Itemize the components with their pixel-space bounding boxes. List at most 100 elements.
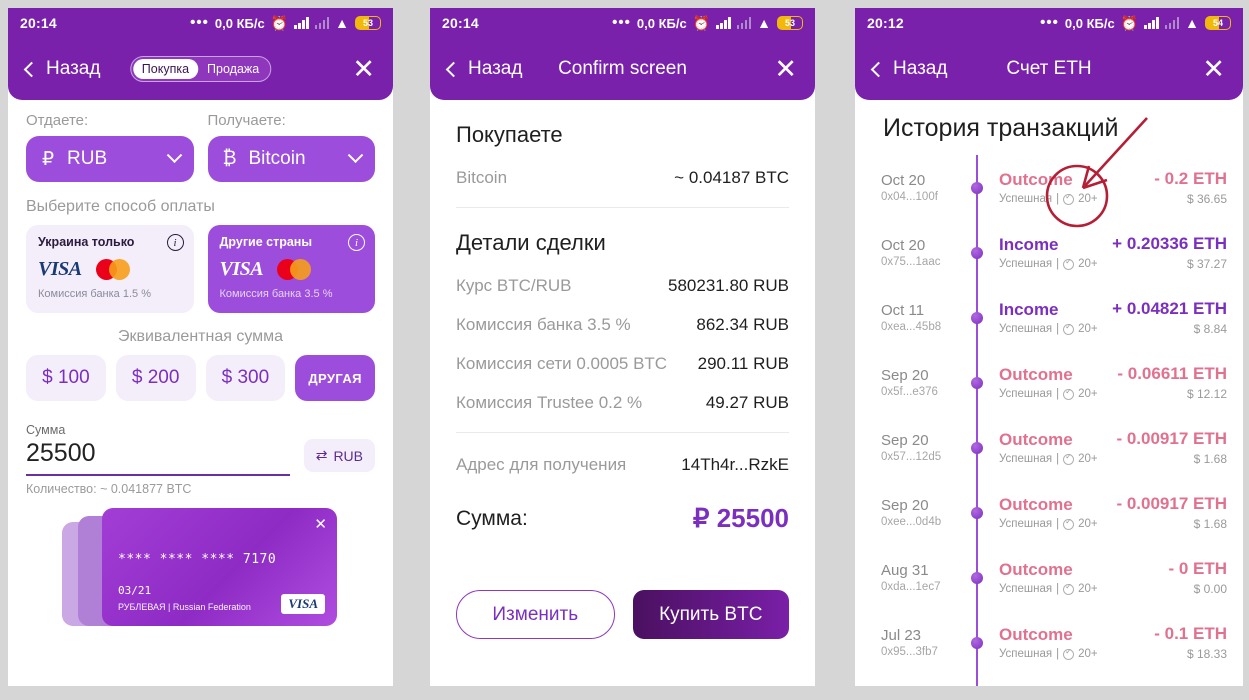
tx-status: Успешная | 20+ — [999, 517, 1109, 531]
get-currency-name: Bitcoin — [248, 148, 306, 169]
detail-label: Курс BTC/RUB — [456, 276, 572, 295]
tx-status-label: Успешная — [999, 648, 1053, 660]
tx-usd: $ 12.12 — [1186, 387, 1227, 401]
check-circle-icon — [1063, 387, 1075, 400]
info-icon[interactable]: i — [166, 234, 184, 251]
tx-status: Успешная | 20+ — [999, 257, 1109, 271]
tab-buy[interactable]: Покупка — [132, 58, 199, 80]
give-currency-select[interactable]: ₽ RUB — [26, 136, 194, 182]
timeline-dot — [971, 636, 983, 649]
battery-icon: 53 — [355, 16, 381, 30]
back-button-1[interactable]: Назад — [23, 58, 101, 80]
battery-level: 54 — [1212, 18, 1223, 28]
amount-field[interactable]: Сумма 25500 Количество: ~ 0.041877 BTC — [26, 423, 290, 496]
table-row[interactable]: Oct 20 0x75...1aac Income Успешная | 20+… — [855, 220, 1243, 285]
tx-confirmations: 20+ — [1078, 583, 1098, 595]
tx-confirmations: 20+ — [1078, 648, 1098, 660]
table-row[interactable]: Sep 20 0x57...12d5 Outcome Успешная | 20… — [855, 415, 1243, 480]
tx-confirmations: 20+ — [1078, 453, 1098, 465]
remove-card-icon[interactable]: ✕ — [314, 515, 327, 533]
tx-status: Успешная | 20+ — [999, 387, 1109, 401]
tab-sell[interactable]: Продажа — [198, 59, 268, 79]
amount-chip-100[interactable]: $ 100 — [26, 355, 106, 401]
alarm-icon: ⏰ — [1120, 14, 1139, 31]
total-row: Сумма: ₽ 25500 — [456, 503, 789, 534]
buy-btc-button[interactable]: Купить BTC — [632, 590, 789, 639]
table-row[interactable]: Jul 17 Outcome - 0.25 ETH — [855, 675, 1243, 686]
receive-address-label: Адрес для получения — [456, 455, 627, 474]
change-button[interactable]: Изменить — [456, 590, 615, 639]
payment-option-other-countries[interactable]: Другие страны i VISA Комиссия банка 3.5 … — [207, 225, 375, 313]
payment-option-title: Другие страны — [219, 235, 313, 249]
payment-method-options: Украина только i VISA Комиссия банка 1.5… — [26, 225, 375, 313]
close-button-3[interactable]: ✕ — [1202, 55, 1225, 83]
chevron-left-icon — [870, 61, 887, 77]
card-brands: VISA — [220, 258, 364, 281]
payment-option-title: Украина только — [38, 235, 135, 249]
signal-bars-icon — [1144, 17, 1159, 29]
timeline-rail — [967, 480, 989, 545]
signal-bars-secondary-icon — [314, 17, 330, 29]
tx-amount: - 0 ETH — [1168, 559, 1227, 578]
tx-kind: Outcome — [999, 560, 1073, 579]
status-time: 20:14 — [442, 15, 479, 31]
table-row[interactable]: Sep 20 0xee...0d4b Outcome Успешная | 20… — [855, 480, 1243, 545]
amount-value[interactable]: 25500 — [26, 437, 290, 474]
check-circle-icon — [1063, 452, 1075, 465]
equivalent-amount-label: Эквивалентная сумма — [117, 328, 284, 345]
tx-confirmations: 20+ — [1078, 193, 1098, 205]
get-currency-select[interactable]: ₿ Bitcoin — [207, 136, 375, 182]
timeline-dot — [971, 376, 983, 389]
close-button-2[interactable]: ✕ — [774, 55, 797, 83]
timeline-dot — [971, 181, 983, 194]
timeline-rail — [967, 545, 989, 610]
tx-hash: 0x75...1aac — [881, 256, 941, 268]
status-network-speed: 0,0 КБ/с — [214, 15, 265, 31]
mastercard-logo — [95, 259, 130, 280]
info-icon[interactable]: i — [348, 234, 365, 251]
amount-chip-300[interactable]: $ 300 — [205, 355, 286, 401]
tx-date-block: Sep 20 0x57...12d5 — [881, 432, 967, 463]
back-label: Назад — [893, 58, 948, 79]
amount-caption: Сумма — [26, 423, 66, 437]
battery-level: 53 — [362, 18, 373, 28]
mastercard-logo — [277, 259, 312, 280]
table-row[interactable]: Sep 20 0x5f...e376 Outcome Успешная | 20… — [855, 350, 1243, 415]
currency-swap-button[interactable]: ⇄ RUB — [303, 439, 375, 472]
phone-screen-eth-account: 20:12 ••• 0,0 КБ/с ⏰ ▲ 54 Назад Счет ETH… — [855, 8, 1243, 686]
amount-chip-other[interactable]: ДРУГАЯ — [295, 355, 375, 401]
back-button-2[interactable]: Назад — [445, 58, 522, 80]
amount-chip-200[interactable]: $ 200 — [115, 355, 196, 401]
buying-asset: Bitcoin — [456, 168, 508, 187]
tx-date: Sep 20 — [881, 367, 929, 384]
tx-date: Sep 20 — [881, 497, 929, 514]
tx-amount: - 0.00917 ETH — [1116, 429, 1227, 448]
tx-amount: - 0.1 ETH — [1154, 624, 1227, 643]
tx-date-block: Oct 20 0x75...1aac — [881, 237, 967, 268]
tx-status-label: Успешная — [999, 583, 1053, 595]
buy-sell-toggle[interactable]: Покупка Продажа — [129, 55, 272, 83]
tx-date-block: Jul 23 0x95...3fb7 — [881, 627, 967, 658]
chevron-left-icon — [23, 61, 40, 77]
tx-kind: Income — [999, 300, 1059, 319]
table-row[interactable]: Oct 20 0x04...100f Outcome Успешная | 20… — [855, 155, 1243, 220]
tx-date: Sep 20 — [881, 432, 929, 449]
give-currency-name: RUB — [67, 148, 108, 169]
status-more-icon: ••• — [190, 14, 209, 31]
saved-card-front[interactable]: ✕ **** **** **** 7170 03/21 РУБЛЕВАЯ | R… — [102, 508, 337, 626]
timeline-dot — [971, 441, 983, 454]
tx-date: Oct 11 — [881, 302, 925, 319]
history-heading: История транзакций — [883, 114, 1119, 142]
close-button-1[interactable]: ✕ — [352, 55, 375, 83]
back-label: Назад — [46, 58, 101, 79]
receive-address-value[interactable]: 14Th4r...RzkE — [681, 455, 789, 475]
tx-date-block: Sep 20 0x5f...e376 — [881, 367, 967, 398]
tx-hash: 0x95...3fb7 — [881, 646, 938, 658]
table-row[interactable]: Oct 11 0xea...45b8 Income Успешная | 20+… — [855, 285, 1243, 350]
payment-option-ukraine[interactable]: Украина только i VISA Комиссия банка 1.5… — [26, 225, 194, 313]
tx-status: Успешная | 20+ — [999, 192, 1109, 206]
table-row[interactable]: Jul 23 0x95...3fb7 Outcome Успешная | 20… — [855, 610, 1243, 675]
detail-label: Комиссия сети 0.0005 BTC — [456, 354, 668, 373]
table-row[interactable]: Aug 31 0xda...1ec7 Outcome Успешная | 20… — [855, 545, 1243, 610]
back-button-3[interactable]: Назад — [870, 58, 948, 80]
